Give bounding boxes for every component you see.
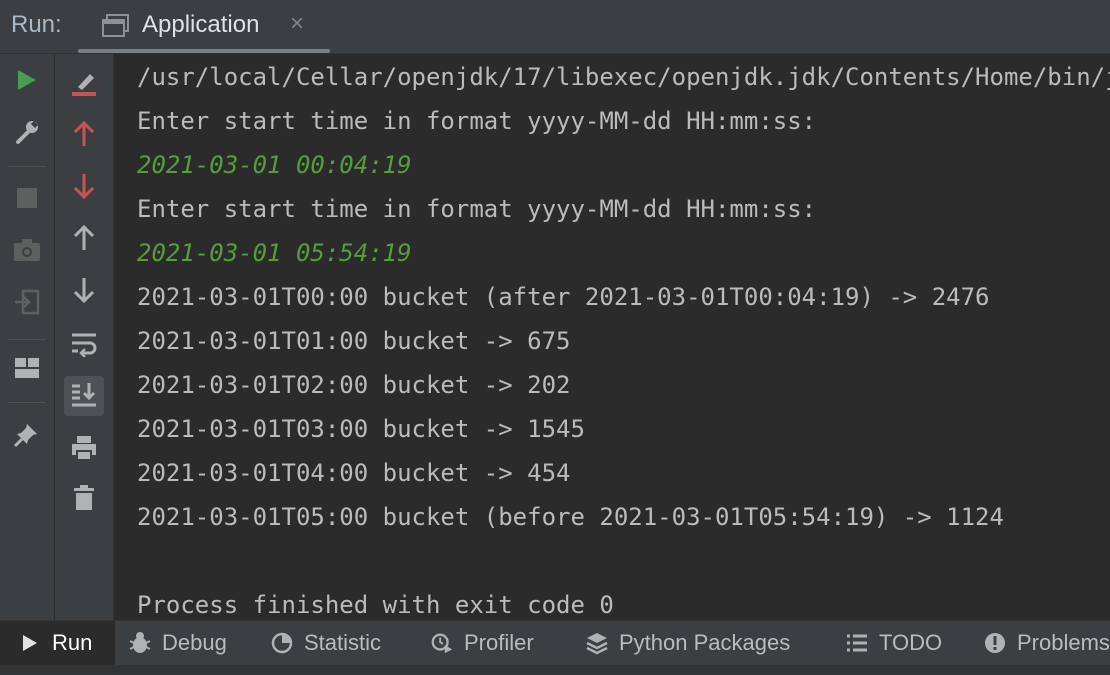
console-line: /usr/local/Cellar/openjdk/17/libexec/ope… <box>137 63 1110 91</box>
console-line: Process finished with exit code 0 <box>137 591 614 619</box>
scroll-down-button[interactable] <box>64 272 104 312</box>
exit-icon <box>13 288 41 321</box>
next-occurrence-button[interactable] <box>64 168 104 208</box>
console-line: Enter start time in format yyyy-MM-dd HH… <box>137 107 817 135</box>
edit-configuration-button[interactable] <box>7 114 47 154</box>
trash-icon <box>72 484 96 517</box>
tab-problems[interactable]: Problems <box>983 621 1110 665</box>
console-line: Enter start time in format yyyy-MM-dd HH… <box>137 195 817 223</box>
print-button[interactable] <box>64 430 104 470</box>
tab-label: Run <box>52 630 93 655</box>
pin-tab-button[interactable] <box>7 416 47 456</box>
arrow-down-red-icon <box>72 172 96 205</box>
tab-label: Problems <box>1017 630 1110 655</box>
console-line: 2021-03-01T02:00 bucket -> 202 <box>137 371 571 399</box>
run-label: Run: <box>11 11 62 38</box>
rerun-button[interactable] <box>7 62 47 102</box>
tab-label: TODO <box>879 630 943 655</box>
stop-icon <box>16 187 38 214</box>
wrench-icon <box>13 118 41 151</box>
run-toolbar <box>0 54 55 620</box>
delete-button[interactable] <box>64 480 104 520</box>
scroll-to-end-icon <box>70 380 98 413</box>
layout-icon <box>14 357 40 384</box>
dump-threads-button[interactable] <box>7 232 47 272</box>
console-input-line: 2021-03-01 00:04:19 <box>137 151 412 179</box>
tab-profiler[interactable]: Profiler <box>430 621 534 665</box>
scroll-up-button[interactable] <box>64 220 104 260</box>
tab-label: Statistic <box>304 630 382 655</box>
tab-todo[interactable]: TODO <box>845 621 942 665</box>
layers-icon <box>585 631 609 655</box>
console-toolbar <box>55 54 114 620</box>
eraser-icon <box>70 70 98 103</box>
exit-button[interactable] <box>7 284 47 324</box>
console-line: 2021-03-01T04:00 bucket -> 454 <box>137 459 571 487</box>
tool-window-bar: Run Debug Statistic Profiler Python Pack… <box>0 620 1110 675</box>
play-icon <box>16 68 38 97</box>
previous-occurrence-button[interactable] <box>64 116 104 156</box>
print-icon <box>70 434 98 467</box>
tab-debug[interactable]: Debug <box>128 621 227 665</box>
tab-label: Profiler <box>464 630 534 655</box>
profiler-icon <box>430 631 454 655</box>
console-line: 2021-03-01T00:00 bucket (after 2021-03-0… <box>137 283 990 311</box>
arrow-up-red-icon <box>72 120 96 153</box>
tab-label: Debug <box>162 630 227 655</box>
tab-title: Application <box>142 11 260 38</box>
tab-run[interactable]: Run <box>0 621 115 665</box>
camera-icon <box>13 238 41 267</box>
tab-application[interactable]: Application × <box>78 0 330 54</box>
toolbar-separator <box>8 166 46 167</box>
soft-wrap-icon <box>70 331 98 362</box>
console-input-line: 2021-03-01 05:54:19 <box>137 239 412 267</box>
bug-icon <box>128 631 152 655</box>
warning-icon <box>983 631 1007 655</box>
close-icon[interactable]: × <box>290 10 304 38</box>
list-icon <box>845 631 869 655</box>
application-window-icon <box>102 14 130 38</box>
console-output[interactable]: /usr/local/Cellar/openjdk/17/libexec/ope… <box>115 54 1110 620</box>
console-line: 2021-03-01T01:00 bucket -> 675 <box>137 327 571 355</box>
console-line: 2021-03-01T05:00 bucket (before 2021-03-… <box>137 503 1004 531</box>
toolbar-separator <box>8 339 46 340</box>
tab-python-packages[interactable]: Python Packages <box>585 621 790 665</box>
restore-layout-button[interactable] <box>7 350 47 390</box>
scroll-to-end-button[interactable] <box>64 376 104 416</box>
tab-statistic[interactable]: Statistic <box>270 621 381 665</box>
soft-wrap-button[interactable] <box>64 326 104 366</box>
arrow-down-icon <box>72 276 96 309</box>
arrow-up-icon <box>72 224 96 257</box>
play-icon <box>18 631 42 655</box>
pin-icon <box>13 420 41 453</box>
tab-label: Python Packages <box>619 630 791 655</box>
pie-chart-icon <box>270 631 294 655</box>
stop-button[interactable] <box>7 180 47 220</box>
clear-output-button[interactable] <box>64 66 104 106</box>
toolbar-separator <box>8 402 46 403</box>
run-tool-window-header: Run: Application × <box>0 0 1110 54</box>
console-line: 2021-03-01T03:00 bucket -> 1545 <box>137 415 585 443</box>
